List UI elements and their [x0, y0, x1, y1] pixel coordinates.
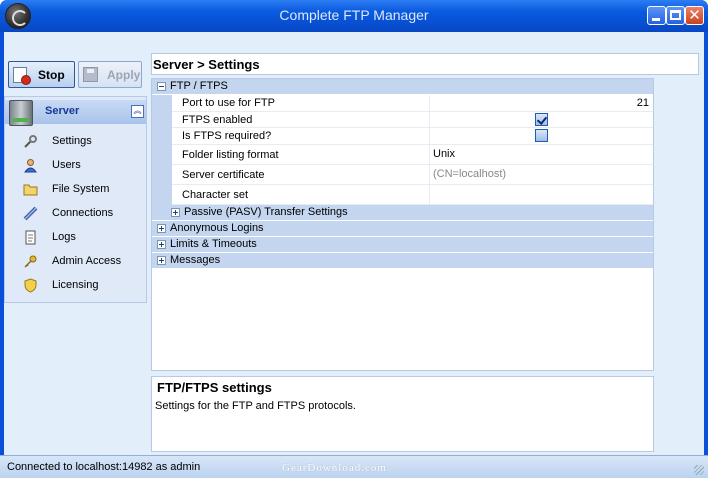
category-limits-timeouts[interactable]: Limits & Timeouts [152, 237, 653, 253]
category-passive[interactable]: Passive (PASV) Transfer Settings [152, 205, 653, 221]
category-label: Anonymous Logins [170, 222, 264, 234]
property-name: FTPS enabled [182, 114, 253, 126]
wrench-icon [24, 135, 37, 148]
watermark: GearDownload.com [282, 462, 387, 474]
category-label: Limits & Timeouts [170, 238, 257, 250]
user-icon [24, 159, 37, 173]
sidebar-item-admin-access[interactable]: Admin Access [5, 251, 146, 273]
property-name: Folder listing format [182, 149, 279, 161]
sidebar-header-label: Server [45, 105, 80, 117]
key-icon [24, 255, 37, 268]
sidebar-item-label: Licensing [52, 279, 99, 291]
description-text: Settings for the FTP and FTPS protocols. [155, 400, 356, 412]
property-name: Server certificate [182, 169, 265, 181]
sidebar: Server ︽ Settings Users File System Conn… [4, 96, 147, 303]
connection-status: Connected to localhost:14982 as admin [7, 461, 201, 473]
property-name: Port to use for FTP [182, 97, 275, 109]
sidebar-header[interactable]: Server ︽ [5, 100, 146, 126]
stop-server-icon [13, 66, 31, 85]
sidebar-item-connections[interactable]: Connections [5, 203, 146, 225]
expand-plus-icon[interactable] [157, 240, 166, 249]
category-label: Passive (PASV) Transfer Settings [184, 206, 348, 218]
close-icon: ✕ [688, 6, 701, 24]
page-title-bar: Server > Settings [151, 53, 699, 75]
resize-grip-icon[interactable] [694, 465, 704, 475]
ftps-enabled-checkbox[interactable] [535, 113, 548, 126]
stop-button[interactable]: Stop [8, 61, 75, 88]
sidebar-item-users[interactable]: Users [5, 155, 146, 177]
sidebar-item-settings[interactable]: Settings [5, 131, 146, 153]
shield-icon [24, 278, 37, 293]
sidebar-item-licensing[interactable]: Licensing [5, 275, 146, 297]
apply-button-label: Apply [107, 67, 141, 82]
stop-button-label: Stop [38, 67, 65, 82]
certificate-value[interactable]: (CN=localhost) [433, 168, 506, 180]
app-window: Complete FTP Manager ✕ Stop Apply Server… [0, 0, 708, 478]
minimize-icon [652, 18, 660, 21]
property-row-ftps-enabled[interactable]: FTPS enabled [152, 112, 653, 128]
listing-format-value[interactable]: Unix [433, 148, 455, 160]
description-panel: FTP/FTPS settings Settings for the FTP a… [151, 376, 654, 452]
description-title: FTP/FTPS settings [157, 380, 272, 395]
property-row-character-set[interactable]: Character set [152, 185, 653, 205]
property-grid: FTP / FTPS Port to use for FTP 21 FTPS e… [151, 78, 654, 371]
category-anonymous-logins[interactable]: Anonymous Logins [152, 221, 653, 237]
save-disk-icon [83, 67, 98, 82]
apply-button[interactable]: Apply [78, 61, 142, 88]
sidebar-item-file-system[interactable]: File System [5, 179, 146, 201]
maximize-button[interactable] [666, 6, 685, 25]
sidebar-item-label: Admin Access [52, 255, 122, 267]
connection-icon [23, 206, 38, 221]
expand-plus-icon[interactable] [157, 256, 166, 265]
sidebar-item-label: Users [52, 159, 81, 171]
property-name: Character set [182, 189, 249, 201]
sidebar-item-label: Connections [52, 207, 114, 219]
property-name: Is FTPS required? [182, 130, 272, 142]
category-label: Messages [170, 254, 221, 266]
property-row-server-certificate[interactable]: Server certificate (CN=localhost) [152, 165, 653, 185]
title-bar[interactable]: Complete FTP Manager ✕ [0, 0, 708, 32]
collapse-minus-icon[interactable] [157, 82, 166, 91]
status-bar: Connected to localhost:14982 as admin Ge… [0, 455, 708, 478]
window-title: Complete FTP Manager [279, 7, 429, 23]
expand-plus-icon[interactable] [157, 224, 166, 233]
category-ftp-ftps[interactable]: FTP / FTPS [152, 79, 653, 95]
close-button[interactable]: ✕ [685, 6, 704, 25]
property-row-port[interactable]: Port to use for FTP 21 [152, 95, 653, 112]
server-icon [9, 100, 33, 126]
ftps-required-checkbox[interactable] [535, 129, 548, 142]
property-row-ftps-required[interactable]: Is FTPS required? [152, 128, 653, 145]
category-messages[interactable]: Messages [152, 253, 653, 269]
port-value-field[interactable]: 21 [637, 97, 649, 109]
minimize-button[interactable] [647, 6, 666, 25]
sidebar-item-label: File System [52, 183, 110, 195]
sidebar-item-label: Logs [52, 231, 76, 243]
expand-plus-icon[interactable] [171, 208, 180, 217]
category-label: FTP / FTPS [170, 80, 228, 92]
collapse-icon[interactable]: ︽ [131, 105, 144, 118]
sidebar-item-label: Settings [52, 135, 92, 147]
right-margin-pane [656, 78, 699, 452]
maximize-icon [670, 10, 681, 20]
log-icon [25, 230, 36, 245]
folder-icon [23, 184, 38, 196]
sidebar-item-logs[interactable]: Logs [5, 227, 146, 249]
property-row-listing-format[interactable]: Folder listing format Unix [152, 145, 653, 165]
breadcrumb: Server > Settings [153, 57, 260, 72]
